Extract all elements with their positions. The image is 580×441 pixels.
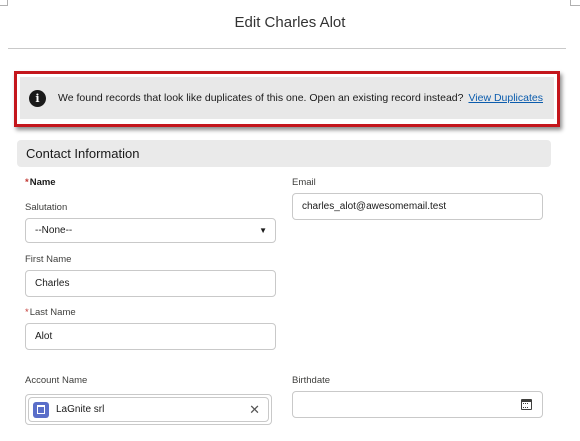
account-value: LaGnite srl: [56, 404, 105, 415]
section-title: Contact Information: [26, 146, 140, 161]
last-name-label-text: Last Name: [29, 307, 76, 318]
first-name-label: First Name: [25, 254, 72, 265]
calendar-icon[interactable]: [521, 399, 532, 410]
email-label: Email: [292, 177, 316, 188]
section-header-contact-information[interactable]: Contact Information: [17, 140, 551, 167]
email-field[interactable]: charles_alot@awesomemail.test: [292, 193, 543, 220]
duplicate-alert-body: i We found records that look like duplic…: [20, 77, 554, 119]
first-name-field[interactable]: Charles: [25, 270, 276, 297]
window-corner-right: [570, 0, 580, 6]
salutation-value: --None--: [35, 225, 73, 236]
email-value: charles_alot@awesomemail.test: [302, 201, 447, 212]
birthdate-field[interactable]: [292, 391, 543, 418]
account-pill[interactable]: LaGnite srl ✕: [28, 397, 269, 422]
salutation-select[interactable]: --None-- ▼: [25, 218, 276, 243]
last-name-field[interactable]: Alot: [25, 323, 276, 350]
info-icon: i: [29, 89, 46, 107]
title-divider: [8, 48, 566, 49]
birthdate-label: Birthdate: [292, 375, 331, 386]
duplicate-alert: i We found records that look like duplic…: [14, 71, 560, 127]
close-icon[interactable]: ✕: [249, 403, 260, 416]
chevron-down-icon: ▼: [259, 226, 267, 235]
window-corner-left: [0, 0, 8, 6]
required-marker: *: [25, 307, 29, 318]
name-label: *Name: [25, 177, 56, 188]
view-duplicates-link[interactable]: View Duplicates: [468, 92, 543, 104]
last-name-label: *Last Name: [25, 307, 76, 318]
salutation-label: Salutation: [25, 202, 68, 213]
page-title: Edit Charles Alot: [234, 14, 346, 31]
last-name-value: Alot: [35, 331, 53, 342]
account-lookup[interactable]: LaGnite srl ✕: [25, 394, 272, 425]
first-name-value: Charles: [35, 278, 70, 289]
account-name-label: Account Name: [25, 375, 88, 386]
name-label-text: Name: [29, 177, 56, 188]
duplicate-alert-message: We found records that look like duplicat…: [58, 92, 464, 104]
account-icon: [33, 401, 49, 418]
required-marker: *: [25, 177, 29, 188]
